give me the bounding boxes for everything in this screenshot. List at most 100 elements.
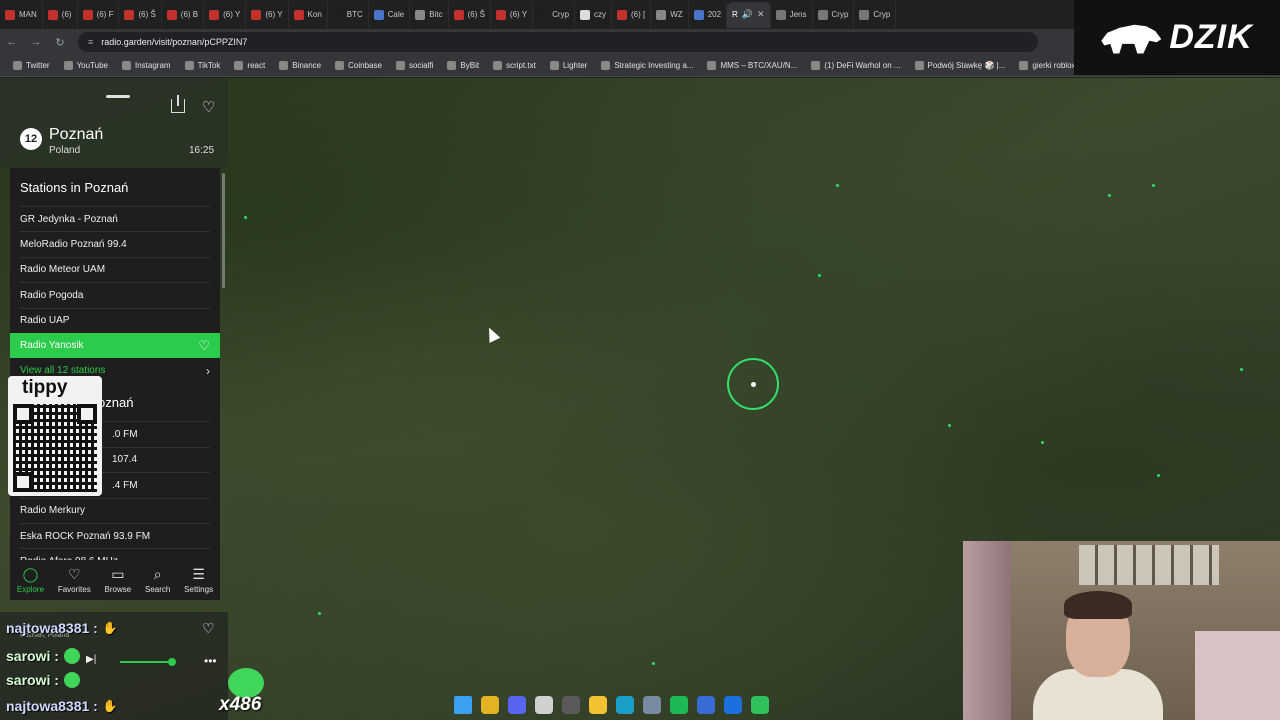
browser-tab[interactable]: (6) Š	[119, 1, 162, 28]
station-list[interactable]: Stations in Poznań GR Jedynka - Poznań Me…	[10, 168, 220, 560]
bookmark-item[interactable]: YouTube	[57, 61, 115, 70]
bookmark-item[interactable]: script.txt	[486, 61, 543, 70]
drag-handle[interactable]	[106, 95, 130, 98]
spotify-icon[interactable]	[670, 696, 688, 714]
bookmark-label: Lighter	[562, 61, 588, 70]
skip-next-icon[interactable]: ▶|	[86, 654, 96, 665]
bookmark-icon	[914, 61, 924, 70]
station-row[interactable]: Radio Meteor UAM	[20, 256, 210, 282]
station-row[interactable]: Radio Afera 98.6 MHz	[20, 548, 210, 560]
browser-tab[interactable]: WZ	[651, 1, 689, 28]
bookmark-item[interactable]: ByBit	[440, 61, 486, 70]
video-icon[interactable]	[697, 696, 715, 714]
nav-browse[interactable]: ▭ Browse	[105, 566, 132, 594]
browser-tab[interactable]: Cryp	[533, 1, 576, 28]
edge-icon[interactable]	[616, 696, 634, 714]
browser-tab[interactable]: (6) Y	[491, 1, 534, 28]
chrome-icon[interactable]	[481, 696, 499, 714]
station-dot[interactable]	[1041, 441, 1044, 444]
nav-explore[interactable]: ◯ Explore	[17, 566, 44, 594]
station-dot[interactable]	[1240, 368, 1243, 371]
share-icon[interactable]	[171, 95, 185, 113]
station-dot[interactable]	[818, 274, 821, 277]
discord-icon[interactable]	[508, 696, 526, 714]
browser-tab[interactable]: Kon	[289, 1, 328, 28]
player-favorite-icon[interactable]: ♡	[202, 620, 215, 637]
favorite-station-icon[interactable]: ♡	[198, 338, 210, 354]
bookmark-icon	[63, 61, 73, 70]
station-row[interactable]: GR Jedynka - Poznań	[20, 206, 210, 231]
bookmark-item[interactable]: MMS – BTC/XAU/N...	[700, 61, 804, 70]
browser-tab[interactable]: Jens	[771, 1, 813, 28]
browser-tab[interactable]: MAN	[0, 1, 43, 28]
city-name: Poznań	[49, 126, 104, 143]
site-settings-icon[interactable]: ≡	[88, 37, 93, 47]
station-dot[interactable]	[652, 662, 655, 665]
bookmark-item[interactable]: Coinbase	[328, 61, 389, 70]
browser-tab[interactable]: (6)	[43, 1, 78, 28]
forward-icon[interactable]: →	[24, 36, 48, 48]
station-row[interactable]: MeloRadio Poznań 99.4	[20, 231, 210, 256]
station-dot[interactable]	[318, 612, 321, 615]
bookmark-icon	[184, 61, 194, 70]
browser-tab[interactable]: BTC	[328, 1, 369, 28]
station-row-selected[interactable]: Radio Yanosik ♡	[10, 332, 220, 359]
bookmark-item[interactable]: react	[227, 61, 272, 70]
station-dot[interactable]	[1108, 194, 1111, 197]
station-row[interactable]: Radio Merkury	[20, 497, 210, 523]
station-row[interactable]: Radio Pogoda	[20, 282, 210, 307]
browser-tab[interactable]: czy	[575, 1, 613, 28]
station-dot[interactable]	[836, 184, 839, 187]
browser-tab[interactable]: Bitc	[410, 1, 449, 28]
station-dot[interactable]	[1152, 184, 1155, 187]
browser-tab[interactable]: (6) F	[78, 1, 120, 28]
volume-slider[interactable]	[120, 658, 176, 666]
browser-tab[interactable]: Cryp	[854, 1, 897, 28]
station-dot[interactable]	[244, 216, 247, 219]
green-app-icon[interactable]	[751, 696, 769, 714]
tab-label: (6) Y	[223, 10, 241, 19]
folder-icon[interactable]	[589, 696, 607, 714]
browser-tab[interactable]: 202	[689, 1, 728, 28]
browser-tab[interactable]: Cryp	[813, 1, 855, 28]
bookmark-item[interactable]: Twitter	[6, 61, 57, 70]
browser-tab[interactable]: (6) Y	[204, 1, 247, 28]
browser-tab[interactable]: (6) [	[612, 1, 652, 28]
obs-icon[interactable]	[562, 696, 580, 714]
excel-icon[interactable]	[724, 696, 742, 714]
station-row[interactable]: Radio UAP	[20, 307, 210, 333]
bookmark-item[interactable]: TikTok	[178, 61, 228, 70]
back-icon[interactable]: ←	[0, 36, 24, 48]
station-dot[interactable]	[948, 424, 951, 427]
browser-tab-active[interactable]: R 🔊 ✕	[727, 1, 771, 28]
selected-station-marker[interactable]	[727, 358, 779, 410]
browser-tab[interactable]: (6) Y	[246, 1, 289, 28]
bookmark-item[interactable]: Podwój Stawkę 🎲 |...	[908, 61, 1013, 70]
bookmark-item[interactable]: Instagram	[115, 61, 178, 70]
bookmark-label: MMS – BTC/XAU/N...	[720, 61, 798, 70]
bookmark-item[interactable]: Strategic Investing a...	[594, 61, 700, 70]
close-tab-icon[interactable]: ✕	[757, 9, 765, 20]
bookmark-item[interactable]: (1) DeFi Warhol on ...	[804, 61, 907, 70]
url-input[interactable]: ≡ radio.garden/visit/poznan/pCPPZIN7	[78, 32, 1038, 52]
bookmark-item[interactable]: Binance	[272, 61, 328, 70]
more-options-icon[interactable]: •••	[204, 654, 217, 668]
tab-label: (6) F	[96, 10, 114, 19]
browser-tab[interactable]: (6) Š	[449, 1, 491, 28]
list-scrollbar[interactable]	[222, 173, 225, 288]
bookmark-item[interactable]: Lighter	[543, 61, 594, 70]
bookmark-icon	[811, 61, 821, 70]
browser-tab[interactable]: (6) B	[162, 1, 205, 28]
station-row[interactable]: Eska ROCK Poznań 93.9 FM	[20, 522, 210, 548]
app-icon[interactable]	[535, 696, 553, 714]
nav-search[interactable]: ⌕ Search	[145, 566, 170, 594]
station-dot[interactable]	[1157, 474, 1160, 477]
bookmark-item[interactable]: socialfi	[389, 61, 440, 70]
nav-favorites[interactable]: ♡ Favorites	[58, 566, 91, 594]
browser-tab[interactable]: Cale	[369, 1, 411, 28]
terminal-icon[interactable]	[643, 696, 661, 714]
windows-start-icon[interactable]	[454, 696, 472, 714]
favorite-place-icon[interactable]: ♡	[202, 98, 215, 116]
reload-icon[interactable]: ↻	[48, 36, 72, 49]
nav-settings[interactable]: ☰ Settings	[184, 566, 213, 594]
